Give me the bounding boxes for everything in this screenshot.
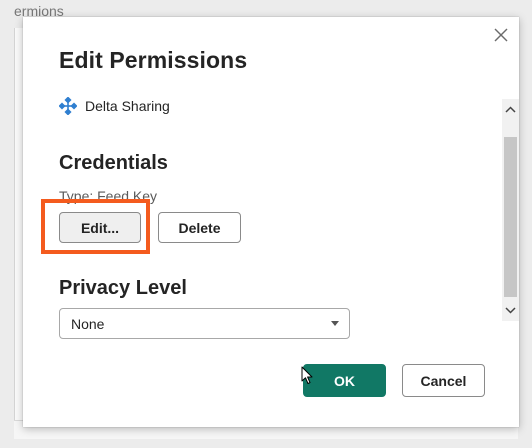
chevron-down-icon	[505, 307, 516, 314]
close-icon	[494, 28, 508, 42]
data-source: Delta Sharing	[59, 97, 170, 115]
close-button[interactable]	[491, 25, 511, 45]
privacy-level-heading: Privacy Level	[59, 277, 187, 299]
privacy-level-select[interactable]: None	[59, 308, 350, 339]
delete-credentials-button[interactable]: Delete	[158, 212, 241, 243]
edit-credentials-button[interactable]: Edit...	[59, 212, 141, 243]
mouse-cursor-icon	[301, 366, 315, 386]
delta-sharing-icon	[59, 97, 77, 115]
edit-permissions-dialog: Edit Permissions Delta Sharing Credentia…	[23, 17, 519, 427]
vertical-scrollbar[interactable]	[502, 99, 519, 321]
data-source-name: Delta Sharing	[85, 98, 170, 114]
cancel-button[interactable]: Cancel	[402, 364, 485, 397]
scroll-up-button[interactable]	[502, 101, 519, 118]
scroll-down-button[interactable]	[502, 302, 519, 319]
background-text: ermions	[14, 6, 64, 16]
dialog-title: Edit Permissions	[59, 47, 248, 73]
scroll-thumb[interactable]	[504, 137, 517, 297]
privacy-level-value: None	[71, 315, 105, 332]
chevron-up-icon	[505, 106, 516, 113]
ok-button[interactable]: OK	[303, 364, 386, 397]
chevron-down-icon	[331, 321, 339, 327]
credentials-heading: Credentials	[59, 152, 168, 174]
